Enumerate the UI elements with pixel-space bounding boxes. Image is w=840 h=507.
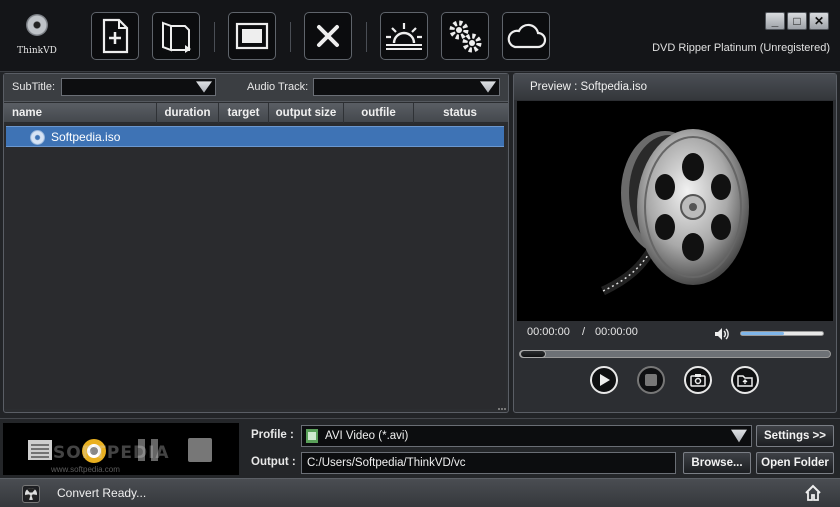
profile-label: Profile : (251, 429, 294, 441)
logo-text: ThinkVD (17, 46, 57, 56)
current-time: 00:00:00 (527, 326, 570, 338)
browse-button[interactable]: Browse... (683, 452, 751, 474)
table-row[interactable]: Softpedia.iso (6, 126, 504, 147)
list-resize-grip[interactable] (498, 408, 506, 412)
volume-icon[interactable] (714, 327, 730, 341)
close-button[interactable]: ✕ (809, 12, 829, 30)
track-selectors: SubTitle: Audio Track: (4, 74, 508, 102)
stop-icon (188, 438, 212, 462)
play-icon (600, 374, 610, 386)
preview-title: Preview : Softpedia.iso (514, 74, 836, 100)
gear-icon (449, 20, 482, 53)
settings-toolbar-button[interactable] (441, 12, 489, 60)
maximize-button[interactable]: □ (787, 12, 807, 30)
stop-button[interactable] (637, 366, 665, 394)
close-window-icon: ✕ (813, 14, 825, 28)
total-time: 00:00:00 (595, 326, 638, 338)
app-logo: ThinkVD (8, 12, 66, 56)
chevron-down-icon (196, 81, 212, 93)
home-icon[interactable] (804, 484, 822, 502)
effect-button[interactable] (380, 12, 428, 60)
subtitle-label: SubTitle: (12, 81, 56, 93)
column-output-size[interactable]: output size (269, 103, 344, 123)
cloud-icon (507, 23, 547, 49)
column-status[interactable]: status (414, 103, 506, 123)
remove-button[interactable] (304, 12, 352, 60)
video-file-icon (306, 429, 318, 443)
subtitle-select[interactable] (61, 78, 216, 96)
minimize-icon: _ (771, 14, 779, 28)
seek-handle[interactable] (520, 350, 546, 358)
output-label: Output : (251, 456, 296, 468)
screen-icon (235, 22, 269, 50)
status-indicator[interactable] (22, 485, 40, 503)
stop-convert-button[interactable] (187, 437, 213, 463)
minimize-button[interactable]: _ (765, 12, 785, 30)
watermark-url: www.softpedia.com (51, 465, 120, 474)
cloud-button[interactable] (502, 12, 550, 60)
close-icon (317, 25, 339, 47)
snapshot-button[interactable] (684, 366, 712, 394)
open-snapshot-folder-button[interactable] (731, 366, 759, 394)
column-name[interactable]: name (4, 103, 157, 123)
file-list-header: name duration target output size outfile… (4, 103, 508, 123)
time-row: 00:00:00 / 00:00:00 (514, 326, 836, 342)
time-separator: / (582, 326, 586, 338)
column-duration[interactable]: duration (157, 103, 219, 123)
status-bar: Convert Ready... (0, 478, 840, 507)
column-outfile[interactable]: outfile (344, 103, 414, 123)
convert-controls: SOFTPEDIA www.softpedia.com (3, 423, 239, 475)
watermark: SOFTPEDIA (53, 443, 170, 463)
camera-icon (690, 374, 706, 387)
preview-panel: Preview : Softpedia.iso 00:00:00 / 00:00… (513, 73, 837, 413)
play-button[interactable] (590, 366, 618, 394)
preview-screen[interactable] (517, 101, 833, 321)
stop-icon (645, 374, 657, 386)
chevron-down-icon (480, 81, 496, 93)
film-reel-icon (601, 129, 749, 296)
file-name: Softpedia.iso (51, 130, 121, 144)
audio-track-label: Audio Track: (247, 81, 309, 93)
output-path-field[interactable]: C:/Users/Softpedia/ThinkVD/vc (301, 452, 676, 474)
add-file-icon (102, 18, 129, 54)
task-list-button[interactable] (27, 437, 53, 463)
disc-icon (30, 130, 45, 145)
seek-bar[interactable] (519, 350, 831, 358)
list-icon (28, 440, 52, 460)
toolbar-separator (290, 22, 291, 52)
settings-button[interactable]: Settings >> (756, 425, 834, 447)
toolbar-separator (366, 22, 367, 52)
app-window: ThinkVD _ □ ✕ DVD Ripper Platinum (Unreg… (0, 0, 840, 507)
column-target[interactable]: target (219, 103, 269, 123)
toolbar-separator (214, 22, 215, 52)
open-folder-button[interactable]: Open Folder (756, 452, 834, 474)
toolbar: ThinkVD _ □ ✕ DVD Ripper Platinum (Unreg… (0, 0, 840, 72)
maximize-icon: □ (793, 14, 801, 28)
file-panel: SubTitle: Audio Track: name duration tar… (3, 73, 509, 413)
profile-value: AVI Video (*.avi) (325, 430, 409, 442)
file-list: Softpedia.iso (4, 124, 506, 409)
fullscreen-button[interactable] (228, 12, 276, 60)
app-title: DVD Ripper Platinum (Unregistered) (652, 42, 830, 54)
chevron-down-icon (731, 429, 747, 443)
add-folder-icon (162, 21, 191, 53)
audio-track-select[interactable] (313, 78, 500, 96)
add-folder-button[interactable] (152, 12, 200, 60)
output-bar: SOFTPEDIA www.softpedia.com Profile : AV… (0, 418, 840, 478)
profile-select[interactable]: AVI Video (*.avi) (301, 425, 752, 447)
volume-slider[interactable] (740, 331, 824, 336)
sunrise-icon (386, 23, 422, 50)
folder-icon (737, 375, 753, 387)
status-text: Convert Ready... (57, 486, 147, 500)
disc-logo-icon (26, 14, 48, 36)
radiation-icon (25, 487, 37, 500)
add-file-button[interactable] (91, 12, 139, 60)
volume-level (741, 332, 784, 335)
